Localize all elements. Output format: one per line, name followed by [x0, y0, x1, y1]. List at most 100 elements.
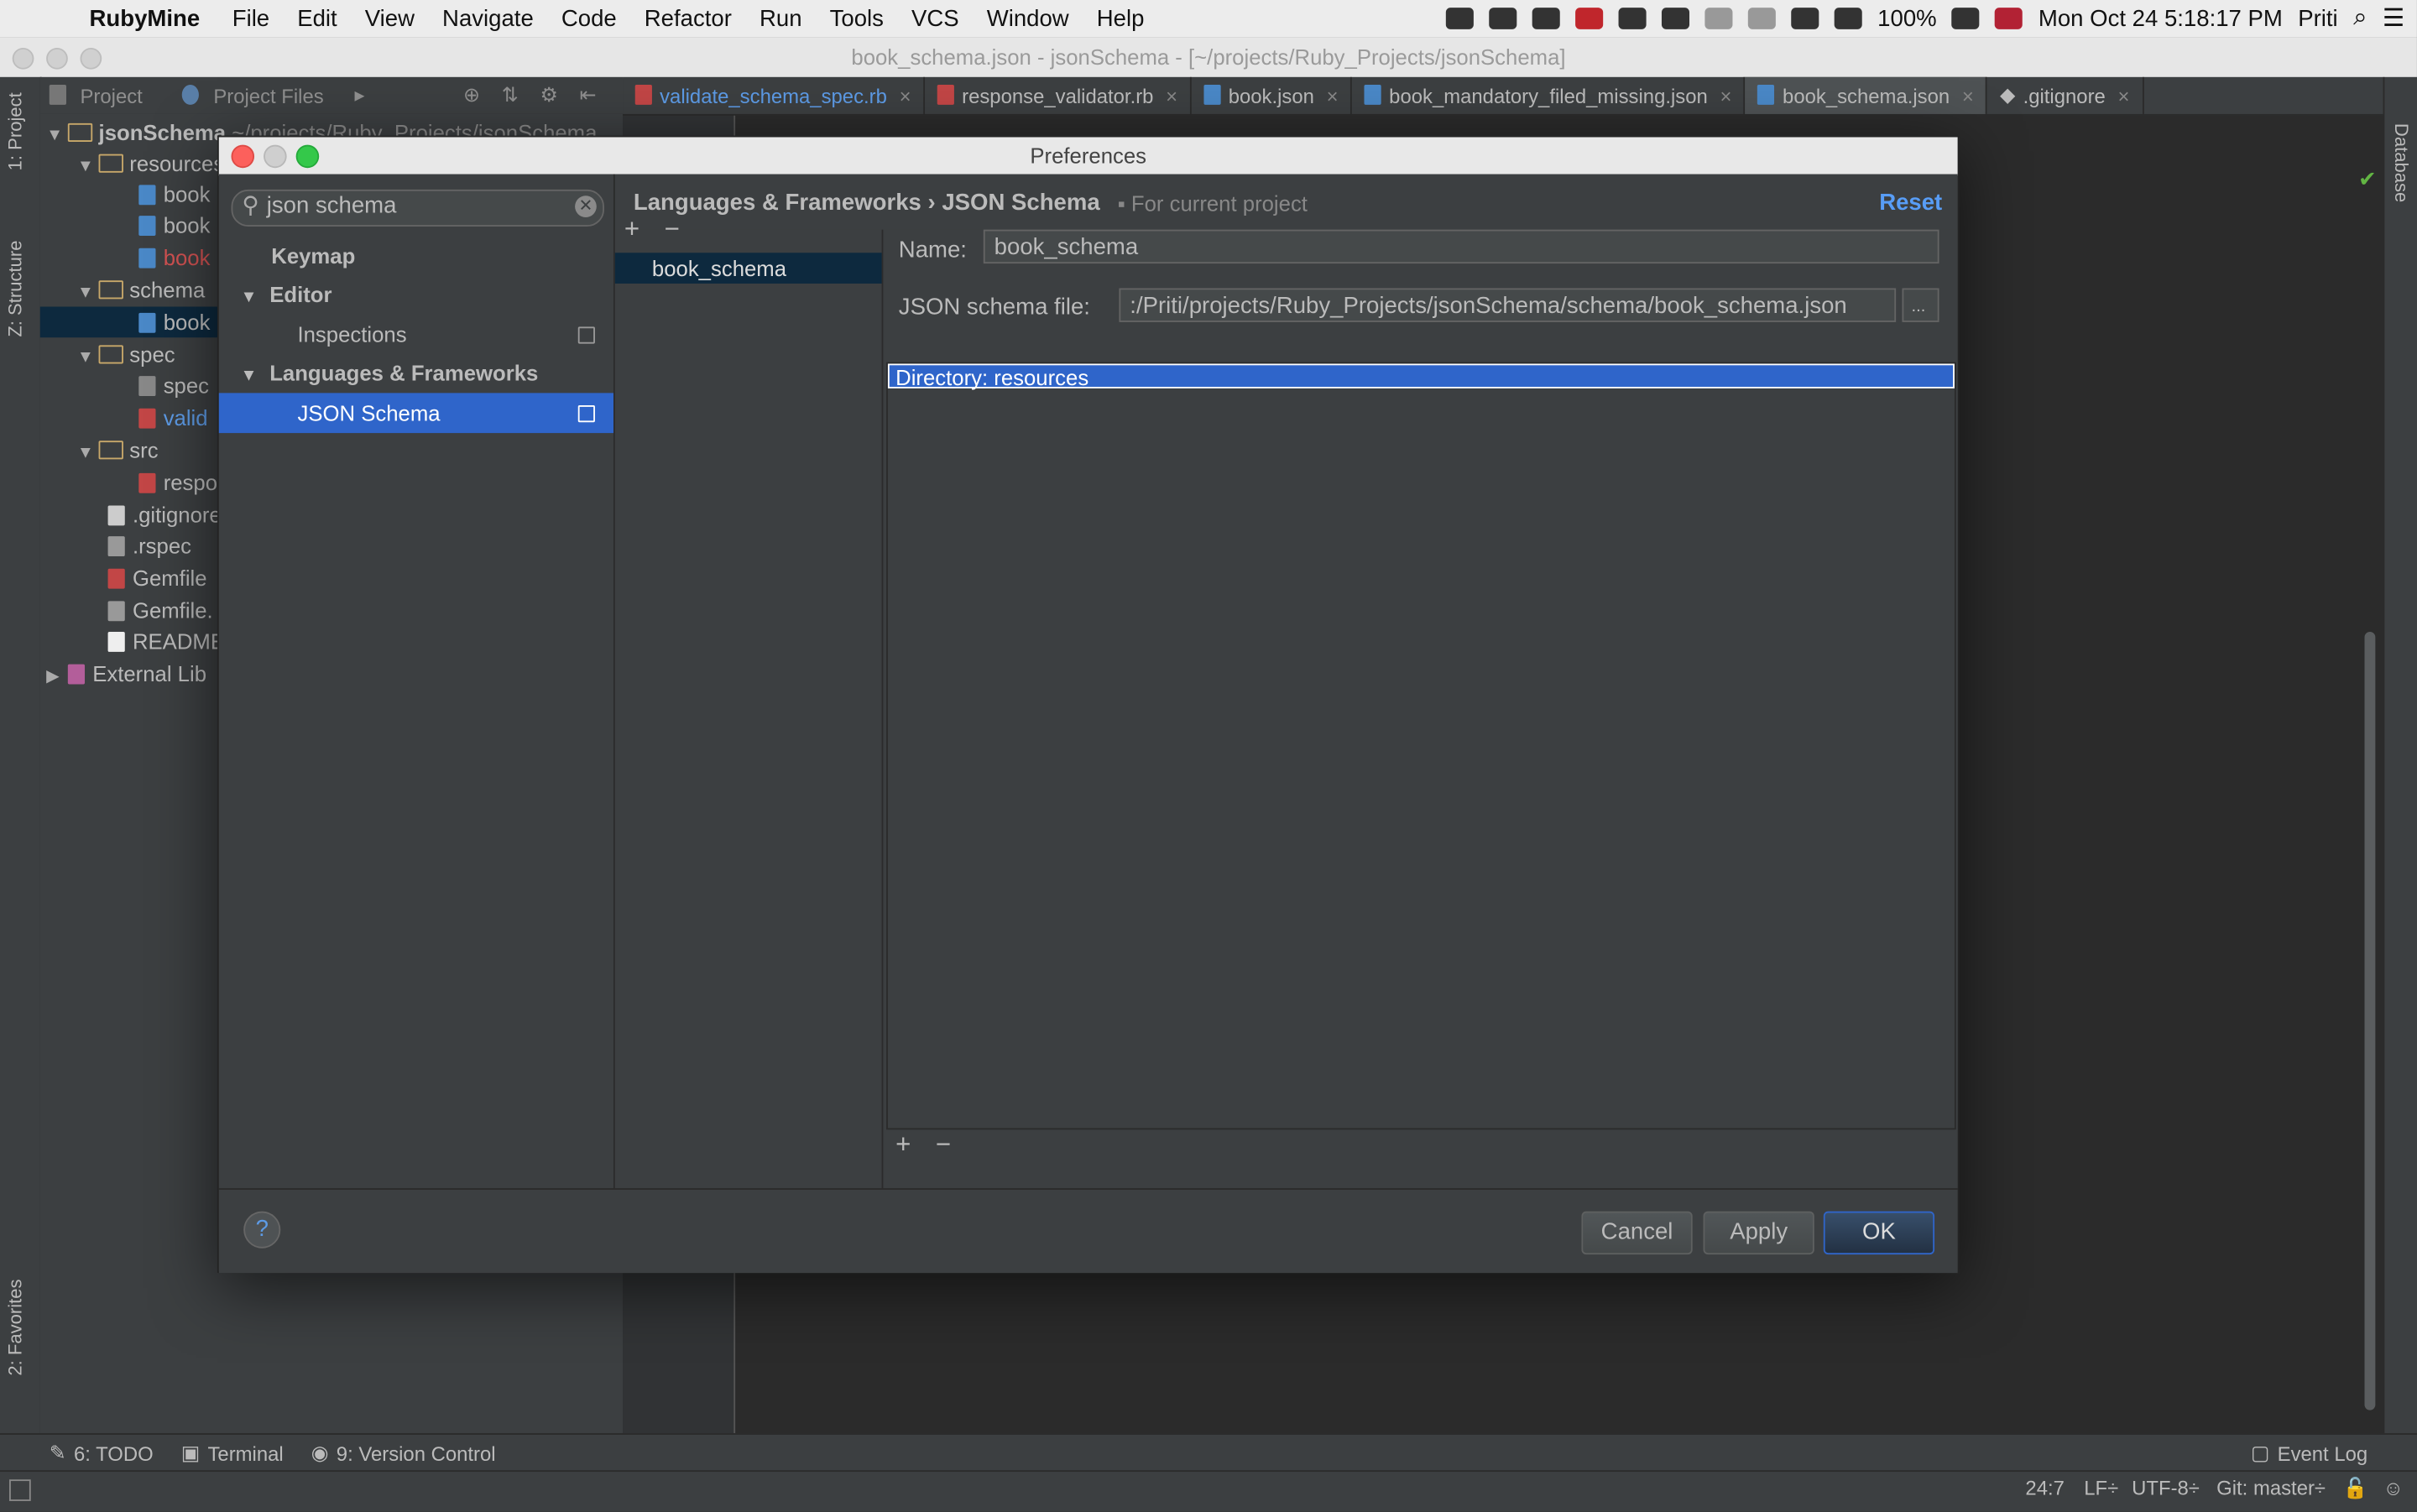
editor-tab-active[interactable]: book_schema.json × [1745, 76, 1988, 114]
collapse-icon[interactable]: ⇅ [502, 83, 519, 107]
lock-icon[interactable]: 🔓 [2343, 1477, 2368, 1501]
tree-file[interactable]: .rspec [107, 530, 191, 561]
us-flag-icon[interactable] [1995, 8, 2023, 29]
category-keymap[interactable]: Keymap [219, 236, 613, 276]
expand-arrow-icon[interactable]: ▼ [77, 278, 99, 309]
tree-folder-schema[interactable]: ▼ schema [77, 274, 206, 305]
version-control-tool-button[interactable]: ◉ 9: Version Control [311, 1441, 496, 1465]
zoom-window-button[interactable] [80, 47, 102, 70]
expand-arrow-icon[interactable]: ▼ [77, 151, 99, 182]
minimize-window-button[interactable] [46, 47, 68, 70]
chevron-right-icon[interactable]: ▸ [354, 83, 364, 107]
expand-arrow-icon[interactable]: ▼ [219, 367, 258, 385]
favorites-tool-tab[interactable]: 2: Favorites [5, 1279, 27, 1375]
schema-file-input[interactable]: :/Priti/projects/Ruby_Projects/jsonSchem… [1119, 288, 1897, 322]
tree-file[interactable]: Gemfile. [107, 595, 213, 626]
category-languages-frameworks[interactable]: ▼ Languages & Frameworks [219, 353, 613, 394]
mapping-row-selected[interactable]: Directory: resources [887, 363, 1955, 390]
project-view-tab[interactable]: Project [40, 84, 152, 107]
tree-file[interactable]: .gitignore [107, 499, 222, 530]
time-machine-icon[interactable] [1704, 8, 1733, 29]
editor-scrollbar[interactable] [2364, 632, 2376, 1410]
expand-arrow-icon[interactable]: ▼ [219, 288, 258, 306]
remove-schema-icon[interactable]: − [665, 214, 680, 245]
line-separator[interactable]: LF÷ [2084, 1477, 2118, 1500]
tree-file[interactable]: book [138, 179, 210, 210]
schema-list-item[interactable]: book_schema [614, 253, 882, 284]
tree-file[interactable]: book [138, 210, 210, 241]
inspector-icon[interactable]: ☺ [2383, 1477, 2404, 1500]
clock[interactable]: Mon Oct 24 5:18:17 PM [2039, 5, 2283, 31]
tree-file[interactable]: book [138, 242, 210, 273]
file-encoding[interactable]: UTF-8÷ [2132, 1477, 2200, 1500]
tree-folder-resources[interactable]: ▼ resources [77, 148, 224, 179]
tool-windows-icon[interactable] [9, 1479, 31, 1501]
menu-vcs[interactable]: VCS [911, 5, 959, 31]
close-tab-icon[interactable]: × [1166, 84, 1177, 107]
lock-icon[interactable] [1662, 8, 1690, 29]
menu-view[interactable]: View [365, 5, 415, 31]
locate-icon[interactable]: ⊕ [463, 83, 480, 107]
menu-navigate[interactable]: Navigate [442, 5, 534, 31]
battery-icon[interactable] [1952, 8, 1981, 29]
wifi-icon[interactable] [1791, 8, 1819, 29]
close-tab-icon[interactable]: × [900, 84, 911, 107]
tree-file[interactable]: spec [138, 370, 209, 401]
hat-icon[interactable] [1445, 8, 1474, 29]
expand-arrow-icon[interactable]: ▼ [77, 342, 99, 373]
tree-file[interactable]: Gemfile [107, 562, 207, 593]
clear-search-icon[interactable]: ✕ [575, 196, 597, 217]
gear-icon[interactable]: ⚙ [540, 83, 557, 107]
browse-button[interactable]: ... [1902, 288, 1939, 322]
project-tool-tab[interactable]: 1: Project [5, 92, 27, 170]
tree-folder-src[interactable]: ▼ src [77, 435, 159, 466]
volume-icon[interactable] [1834, 8, 1862, 29]
category-json-schema[interactable]: JSON Schema [218, 393, 614, 434]
category-inspections[interactable]: Inspections [219, 315, 613, 355]
reset-link[interactable]: Reset [1879, 190, 1942, 216]
editor-tab[interactable]: book_mandatory_filed_missing.json × [1352, 76, 1746, 114]
todo-tool-button[interactable]: ✎ 6: TODO [50, 1441, 154, 1465]
expand-arrow-icon[interactable]: ▼ [77, 438, 99, 469]
bluetooth-icon[interactable] [1747, 8, 1776, 29]
editor-tab[interactable]: ◆ .gitignore × [1987, 76, 2143, 114]
close-window-button[interactable] [12, 47, 34, 70]
minimize-dialog-button[interactable] [264, 144, 287, 169]
cat-icon[interactable] [1489, 8, 1517, 29]
cancel-button[interactable]: Cancel [1581, 1211, 1693, 1255]
terminal-tool-button[interactable]: ▣ Terminal [181, 1441, 284, 1465]
category-editor[interactable]: ▼ Editor [219, 274, 613, 315]
html5-icon[interactable] [1532, 8, 1560, 29]
close-tab-icon[interactable]: × [1327, 84, 1339, 107]
apply-button[interactable]: Apply [1703, 1211, 1814, 1255]
ok-button[interactable]: OK [1823, 1211, 1935, 1255]
help-button[interactable]: ? [243, 1211, 281, 1249]
menu-edit[interactable]: Edit [297, 5, 337, 31]
event-log-button[interactable]: ▢ Event Log [2251, 1441, 2367, 1465]
app-tray-icon[interactable] [1575, 8, 1604, 29]
structure-tool-tab[interactable]: Z: Structure [5, 241, 27, 337]
close-tab-icon[interactable]: × [2118, 84, 2130, 107]
menu-code[interactable]: Code [561, 5, 617, 31]
expand-arrow-icon[interactable]: ▶ [46, 661, 68, 692]
airplay-icon[interactable] [1618, 8, 1647, 29]
expand-arrow-icon[interactable]: ▼ [46, 120, 68, 151]
user-menu[interactable]: Priti [2298, 5, 2337, 31]
project-files-tab[interactable]: Project Files [174, 84, 333, 107]
database-tool-tab[interactable]: Database [2391, 123, 2413, 202]
hide-panel-icon[interactable]: ⇤ [580, 83, 597, 107]
git-branch[interactable]: Git: master÷ [2216, 1477, 2326, 1500]
name-input[interactable]: book_schema [983, 229, 1939, 264]
menu-tools[interactable]: Tools [830, 5, 884, 31]
notification-center-icon[interactable]: ☰ [2383, 3, 2404, 34]
tree-file[interactable]: README [107, 626, 225, 657]
close-dialog-button[interactable] [231, 144, 255, 169]
app-menu[interactable]: RubyMine [90, 5, 201, 31]
settings-search[interactable]: ⚲ json schema ✕ [231, 189, 604, 227]
menu-run[interactable]: Run [760, 5, 802, 31]
tree-file[interactable]: valid [138, 402, 208, 433]
add-schema-icon[interactable]: + [624, 214, 639, 245]
editor-tab[interactable]: response_validator.rb × [925, 76, 1192, 114]
zoom-dialog-button[interactable] [295, 144, 320, 169]
spotlight-icon[interactable]: ⌕ [2353, 5, 2367, 33]
